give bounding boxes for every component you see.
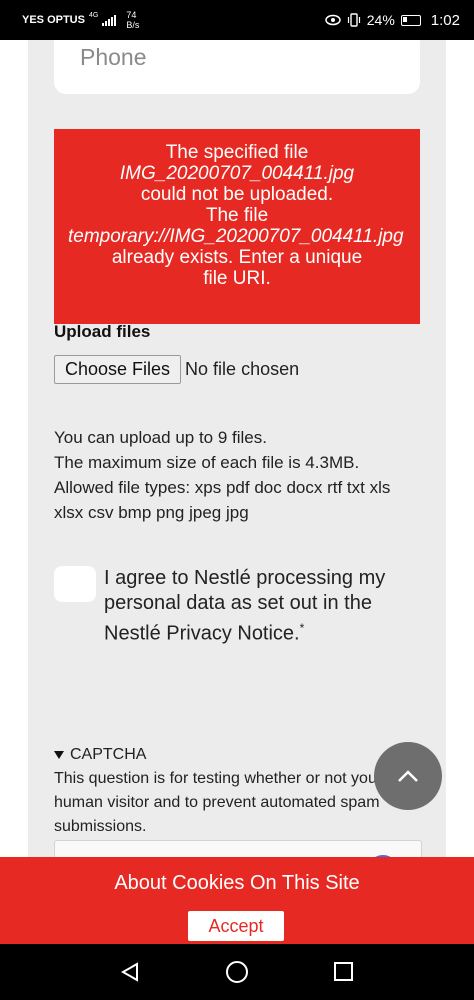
- error-line: could not be uploaded.: [140, 184, 334, 205]
- system-nav-bar: [0, 944, 474, 1000]
- recent-apps-icon[interactable]: [334, 962, 353, 981]
- phone-input[interactable]: Phone: [54, 40, 420, 94]
- recaptcha-widget[interactable]: [54, 840, 422, 857]
- clock: 1:02: [430, 11, 460, 29]
- error-filename: IMG_20200707_004411.jpg: [119, 163, 355, 184]
- required-marker: *: [299, 621, 305, 635]
- error-line: The file: [205, 205, 269, 226]
- network-speed: 74 B/s: [126, 10, 139, 30]
- eye-comfort-icon: [325, 14, 341, 26]
- status-left: YES OPTUS 4G 74 B/s: [22, 10, 139, 30]
- triangle-down-icon: [54, 751, 64, 759]
- page-content: Phone The specified file IMG_20200707_00…: [28, 40, 446, 857]
- error-line: The specified file: [165, 142, 309, 163]
- file-input: Choose Files No file chosen: [54, 355, 299, 384]
- captcha-title: CAPTCHA: [70, 746, 147, 763]
- speed-unit: B/s: [126, 20, 140, 30]
- captcha-section: CAPTCHA This question is for testing whe…: [54, 743, 424, 839]
- scroll-to-top-button[interactable]: [374, 742, 442, 810]
- privacy-checkbox[interactable]: [54, 566, 96, 602]
- status-right: 24% 1:02: [325, 12, 460, 29]
- error-line: file URI.: [203, 268, 271, 289]
- privacy-consent-text: I agree to Nestlé processing my personal…: [104, 567, 386, 645]
- help-line: The maximum size of each file is 4.3MB.: [54, 453, 360, 472]
- help-line: You can upload up to 9 files.: [54, 428, 267, 447]
- home-icon[interactable]: [226, 961, 248, 983]
- speed-value: 74: [126, 10, 137, 20]
- accept-cookies-button[interactable]: Accept: [188, 911, 284, 941]
- upload-files-label: Upload files: [54, 322, 151, 341]
- back-icon[interactable]: [120, 962, 140, 982]
- battery-percent: 24%: [366, 12, 395, 28]
- privacy-consent-label: I agree to Nestlé processing my personal…: [104, 566, 404, 647]
- chevron-up-icon: [398, 770, 418, 782]
- error-uri: temporary://IMG_20200707_004411.jpg: [68, 226, 404, 247]
- captcha-toggle[interactable]: CAPTCHA: [54, 743, 424, 767]
- status-bar: YES OPTUS 4G 74 B/s 24% 1:02: [0, 0, 474, 40]
- cookie-banner-title: About Cookies On This Site: [114, 872, 360, 894]
- battery-icon: [400, 14, 421, 26]
- help-line: Allowed file types: xps pdf doc docx rtf…: [54, 478, 391, 522]
- choose-files-button[interactable]: Choose Files: [54, 355, 182, 384]
- error-message: The specified file IMG_20200707_004411.j…: [54, 129, 420, 324]
- no-file-chosen-text: No file chosen: [185, 359, 300, 379]
- captcha-description: This question is for testing whether or …: [54, 770, 418, 835]
- upload-help-text: You can upload up to 9 files. The maximu…: [54, 425, 424, 525]
- carrier-name: YES OPTUS: [22, 14, 85, 26]
- signal-icon: [102, 14, 117, 26]
- cookie-banner: About Cookies On This Site Accept: [0, 857, 474, 944]
- privacy-consent: I agree to Nestlé processing my personal…: [54, 566, 404, 647]
- network-type: 4G: [88, 11, 99, 19]
- vibrate-icon: [347, 13, 360, 27]
- error-line: already exists. Enter a unique: [111, 247, 363, 268]
